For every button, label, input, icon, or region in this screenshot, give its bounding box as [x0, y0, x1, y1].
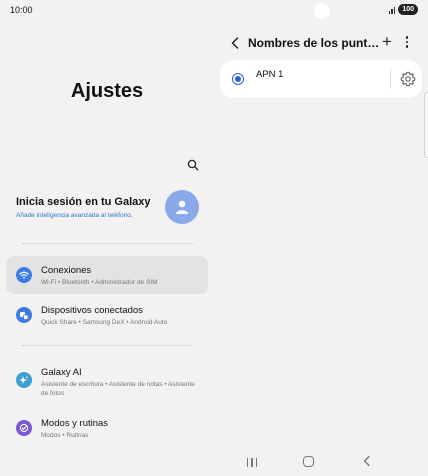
battery-badge: 100 [398, 4, 418, 15]
signal-icon [388, 6, 396, 14]
item-subtitle: Asistente de escritura • Asistente de no… [41, 381, 195, 397]
radio-dot [235, 76, 241, 82]
dot [405, 36, 409, 39]
search-button[interactable] [184, 156, 202, 174]
gear-icon [400, 71, 416, 87]
status-time: 10:00 [10, 5, 33, 15]
account-subtitle: Añade inteligencia avanzada al teléfono. [16, 212, 133, 219]
apn-radio[interactable] [232, 73, 244, 85]
divider [390, 69, 391, 89]
check-circle-icon [16, 420, 32, 436]
back-button[interactable] [228, 34, 242, 52]
add-apn-button[interactable]: + [378, 31, 396, 53]
item-title: Dispositivos conectados [41, 305, 143, 316]
item-title: Modos y rutinas [41, 418, 109, 429]
item-subtitle: Modos • Rutinas [41, 432, 89, 439]
divider [22, 243, 194, 244]
settings-item-dispositivos[interactable]: Dispositivos conectados Quick Share • Sa… [6, 296, 208, 334]
navigation-bar [214, 448, 428, 476]
dot [405, 45, 409, 48]
settings-pane: Ajustes Inicia sesión en tu Galaxy Añade… [0, 22, 214, 452]
settings-item-galaxy-ai[interactable]: Galaxy AI Asistente de escritura • Asist… [6, 358, 208, 402]
apn-page-title: Nombres de los punt… [248, 36, 380, 50]
settings-item-conexiones[interactable]: Conexiones Wi-Fi • Bluetooth • Administr… [6, 256, 208, 294]
item-title: Galaxy AI [41, 367, 82, 378]
dot [405, 40, 409, 44]
recents-button[interactable] [246, 456, 258, 468]
search-icon [187, 159, 199, 171]
settings-item-modos[interactable]: Modos y rutinas Modos • Rutinas [6, 410, 208, 448]
wifi-icon [16, 267, 32, 283]
page-title: Ajustes [70, 80, 144, 102]
sparkle-icon [16, 372, 32, 388]
item-subtitle: Quick Share • Samsung DeX • Android Auto [41, 319, 168, 326]
account-title[interactable]: Inicia sesión en tu Galaxy [16, 196, 151, 208]
more-options-button[interactable] [400, 32, 414, 52]
person-icon [176, 200, 188, 214]
nav-back-button[interactable] [360, 454, 374, 468]
devices-icon [16, 307, 32, 323]
divider [22, 345, 194, 346]
item-title: Conexiones [41, 265, 92, 276]
apn-pane: Nombres de los punt… + APN 1 [214, 22, 428, 452]
item-subtitle: Wi-Fi • Bluetooth • Administrador de SIM [41, 279, 158, 286]
status-bar: 10:00 100 [0, 0, 428, 22]
status-icons: 100 [388, 4, 418, 15]
apn-list-item[interactable]: APN 1 [220, 60, 422, 98]
camera-cutout [314, 3, 330, 19]
home-button[interactable] [303, 456, 314, 467]
avatar[interactable] [165, 190, 199, 224]
apn-label: APN 1 [256, 69, 284, 80]
edge-panel-handle[interactable] [424, 92, 428, 158]
chevron-left-icon [231, 37, 239, 49]
apn-settings-button[interactable] [399, 70, 417, 88]
back-arrow-icon [363, 455, 370, 467]
